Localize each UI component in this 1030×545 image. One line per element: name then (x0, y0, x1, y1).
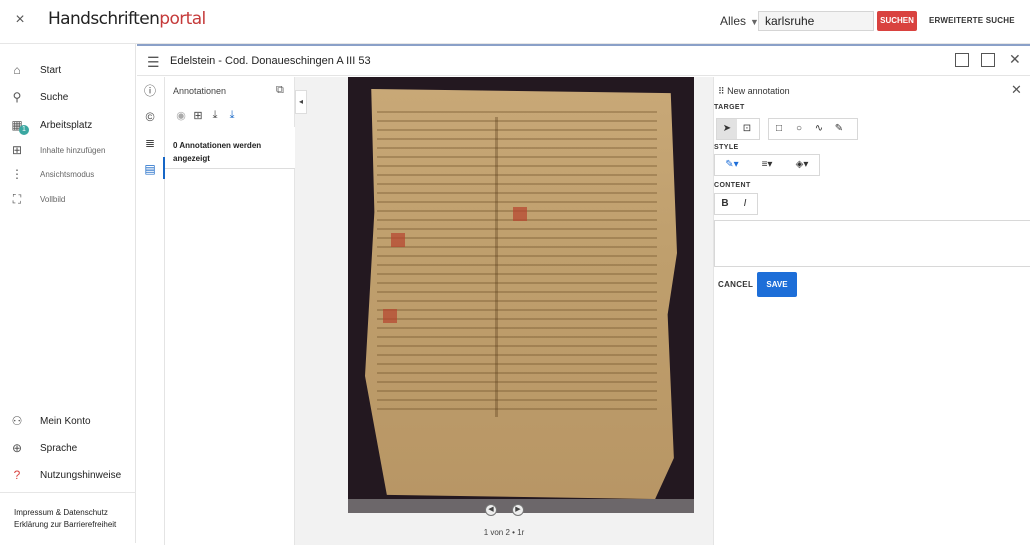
sidebar-item-ansichtsmodus[interactable]: ⋮ Ansichtsmodus (0, 162, 136, 186)
workspace-count-badge: 1 (19, 125, 29, 135)
sidebar-item-label: Inhalte hinzufügen (40, 145, 106, 155)
fill-color-icon[interactable]: ◈▾ (785, 155, 819, 175)
advanced-search-link[interactable]: ERWEITERTE SUCHE (929, 16, 1015, 25)
add-annotation-icon[interactable]: ⊞ (192, 109, 204, 122)
footer-links: Impressum & Datenschutz Erklärung zur Ba… (14, 507, 116, 531)
maximize-icon[interactable] (981, 53, 995, 67)
open-external-icon[interactable]: ⧉ (276, 84, 284, 97)
view-mode-icon: ⋮ (11, 167, 23, 181)
viewer-title-bar: ☰ Edelstein - Cod. Donaueschingen A III … (137, 46, 1030, 76)
site-logo[interactable]: Handschriftenportal (48, 9, 206, 29)
imprint-link[interactable]: Impressum & Datenschutz (14, 507, 116, 519)
close-window-icon[interactable]: ✕ (1009, 51, 1021, 68)
split-view-icon[interactable] (955, 53, 969, 67)
previous-page-icon[interactable]: ◀ (485, 504, 497, 516)
annotations-panel-title: Annotationen (173, 86, 227, 96)
cancel-button[interactable]: CANCEL (718, 280, 753, 289)
search-button[interactable]: SUCHEN (877, 11, 917, 31)
info-icon[interactable]: ⓘ (143, 84, 157, 98)
accessibility-link[interactable]: Erklärung zur Barrierefreiheit (14, 519, 116, 531)
page-indicator: 1 von 2 • 1r (483, 528, 525, 537)
viewer-window: ☰ Edelstein - Cod. Donaueschingen A III … (137, 44, 1030, 545)
fullscreen-icon: ⛶ (12, 191, 22, 206)
annotation-editor-title-text: New annotation (727, 86, 790, 96)
sidebar-item-mein-konto[interactable]: ⚇ Mein Konto (0, 409, 136, 433)
sidebar-item-label: Arbeitsplatz (40, 119, 93, 131)
close-icon[interactable]: × (12, 12, 28, 28)
sidebar-item-label: Sprache (40, 442, 78, 454)
sidebar-item-start[interactable]: ⌂ Start (0, 58, 136, 82)
italic-button[interactable]: I (735, 194, 755, 214)
sidebar-item-nutzungshinweise[interactable]: ? Nutzungshinweise (0, 463, 136, 487)
search-icon: ⚲ (12, 90, 22, 104)
style-section-label: STYLE (714, 144, 739, 151)
bold-button[interactable]: B (715, 194, 735, 214)
image-canvas[interactable]: ◀ ▶ 1 von 2 • 1r (295, 77, 713, 545)
style-tools: ✎▾ ≡▾ ◈▾ (714, 154, 820, 176)
format-tools: B I (714, 193, 758, 215)
sidebar-item-label: Mein Konto (40, 415, 91, 427)
copyright-icon[interactable]: © (143, 110, 157, 124)
sidebar-item-vollbild[interactable]: ⛶ Vollbild (0, 187, 136, 211)
sidebar-item-label: Start (40, 64, 62, 76)
annotation-editor: ⠿ New annotation ✕ TARGET ➤ ⊡ □ ○ ∿ ✎ ST… (713, 77, 1030, 545)
sidebar-item-inhalte-hinzufuegen[interactable]: ⊞ Inhalte hinzufügen (0, 138, 136, 162)
contents-icon[interactable]: ≣ (143, 136, 157, 150)
viewer-side-tabs: ⓘ © ≣ ▤ (137, 77, 165, 545)
rubric-mark (391, 233, 405, 247)
select-tool-icon[interactable]: ➤ (717, 119, 737, 139)
box-select-tool-icon[interactable]: ⊡ (737, 119, 757, 139)
annotations-icon[interactable]: ▤ (143, 162, 157, 176)
logo-main-text: Handschriften (48, 9, 160, 29)
save-button[interactable]: SAVE (757, 272, 797, 297)
home-icon: ⌂ (13, 63, 21, 77)
top-bar: × Handschriftenportal Alles▼ SUCHEN ERWE… (0, 0, 1030, 44)
sidebar-item-sprache[interactable]: ⊕ Sprache (0, 436, 136, 460)
add-content-icon: ⊞ (11, 143, 23, 157)
search-scope-dropdown[interactable]: Alles ▼ (720, 14, 759, 28)
manuscript-column-divider (495, 117, 498, 417)
rubric-mark (513, 207, 527, 221)
annotation-content-input[interactable] (714, 220, 1030, 267)
download-icon[interactable]: ⤓ (209, 109, 221, 122)
close-editor-icon[interactable]: ✕ (1011, 82, 1022, 98)
next-page-icon[interactable]: ▶ (512, 504, 524, 516)
sidebar-divider (0, 492, 136, 493)
hide-annotations-icon[interactable]: ◉ (175, 109, 187, 122)
freehand-tool-icon[interactable]: ✎ (829, 119, 849, 139)
sidebar-item-label: Vollbild (40, 194, 66, 204)
sidebar-item-label: Ansichtsmodus (40, 169, 95, 179)
sidebar: ⌂ Start ⚲ Suche ▦ 1 Arbeitsplatz ⊞ Inhal… (0, 44, 136, 543)
content-section-label: CONTENT (714, 182, 751, 189)
annotations-panel: Annotationen ⧉ ◉ ⊞ ⤓ ⤓ 0 Annotationen we… (165, 77, 295, 545)
annotation-toolbar: ◉ ⊞ ⤓ ⤓ (175, 109, 238, 122)
ellipse-tool-icon[interactable]: ○ (789, 119, 809, 139)
annotation-editor-title: ⠿ New annotation (718, 86, 790, 96)
help-icon: ? (13, 468, 21, 482)
sidebar-item-arbeitsplatz[interactable]: ▦ 1 Arbeitsplatz (0, 113, 136, 137)
target-tools: ➤ ⊡ (716, 118, 760, 140)
language-icon: ⊕ (11, 441, 23, 455)
annotation-count: 0 Annotationen werden angezeigt (165, 127, 295, 169)
menu-icon[interactable]: ☰ (147, 54, 160, 71)
rubric-mark (383, 309, 397, 323)
collapse-panel-button[interactable]: ◂ (295, 90, 307, 114)
search-scope-label: Alles (720, 14, 747, 28)
stroke-color-icon[interactable]: ✎▾ (715, 155, 749, 175)
sidebar-item-suche[interactable]: ⚲ Suche (0, 85, 136, 109)
manuscript-text-area (377, 111, 657, 411)
logo-accent-text: portal (159, 9, 206, 29)
stroke-width-icon[interactable]: ≡▾ (749, 155, 785, 175)
download-all-icon[interactable]: ⤓ (226, 109, 238, 122)
target-section-label: TARGET (714, 104, 745, 111)
sidebar-item-label: Nutzungshinweise (40, 469, 122, 481)
polyline-tool-icon[interactable]: ∿ (809, 119, 829, 139)
shape-tools: □ ○ ∿ ✎ (768, 118, 858, 140)
rectangle-tool-icon[interactable]: □ (769, 119, 789, 139)
account-icon: ⚇ (11, 414, 23, 428)
sidebar-item-label: Suche (40, 91, 69, 103)
viewer-title: Edelstein - Cod. Donaueschingen A III 53 (170, 55, 371, 67)
search-input[interactable] (758, 11, 874, 31)
